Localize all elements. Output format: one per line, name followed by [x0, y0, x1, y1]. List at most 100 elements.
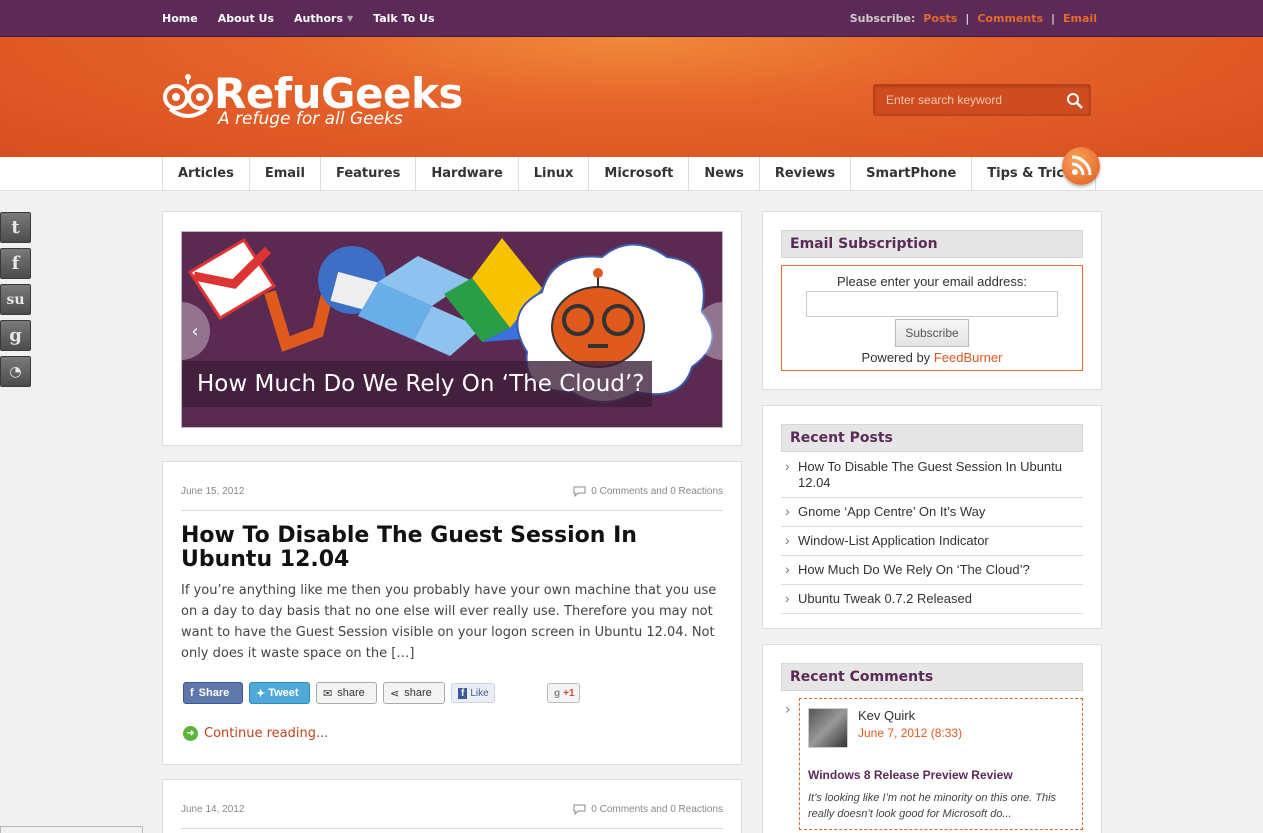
continue-reading-label: Continue reading... — [204, 726, 329, 741]
nav-item-reviews[interactable]: Reviews — [760, 157, 852, 190]
post-title[interactable]: How To Disable The Guest Session In Ubun… — [181, 524, 723, 572]
rss-small-icon[interactable]: ◔ — [0, 356, 31, 387]
post-comments-text: 0 Comments and 0 Reactions — [591, 486, 723, 497]
recent-comments-widget: Recent Comments › Kev Quirk June 7, 2012… — [762, 644, 1102, 833]
generic-share-label: share — [404, 687, 432, 699]
subscribe-email-link[interactable]: Email — [1063, 12, 1097, 25]
post-date: June 15, 2012 — [181, 486, 245, 497]
search-box — [873, 84, 1091, 116]
facebook-icon: f — [458, 687, 468, 699]
nav-item-hardware[interactable]: Hardware — [416, 157, 519, 190]
post-comments-text: 0 Comments and 0 Reactions — [591, 804, 723, 815]
share-buttons: f Share ✦ Tweet ✉ share ⋖ share f Like g +1 — [183, 682, 580, 706]
facebook-share-button[interactable]: f Share — [183, 682, 243, 704]
widget-title: Email Subscription — [781, 230, 1083, 258]
nav-item-articles[interactable]: Articles — [163, 157, 250, 190]
post-excerpt: If you’re anything like me then you prob… — [181, 583, 717, 661]
top-bar: Home About Us Authors ▼ Talk To Us Subscr… — [0, 0, 1263, 37]
nav-item-features[interactable]: Features — [321, 157, 417, 190]
recent-posts-widget: Recent Posts How To Disable The Guest Se… — [762, 405, 1102, 629]
twitter-bird-icon: ✦ — [256, 687, 266, 700]
nav-item-news[interactable]: News — [689, 157, 760, 190]
subscribe-label: Subscribe: — [849, 12, 916, 25]
subscribe-comments-link[interactable]: Comments — [977, 12, 1043, 25]
like-label: Like — [470, 687, 489, 699]
tweet-button[interactable]: ✦ Tweet — [249, 682, 310, 704]
post-card: June 14, 2012 0 Comments and 0 Reactions — [162, 779, 742, 833]
generic-share-button[interactable]: ⋖ share — [383, 682, 445, 704]
arrow-right-icon: ➜ — [183, 726, 198, 741]
comment-author[interactable]: Kev Quirk — [858, 708, 915, 723]
comment-excerpt: It’s looking like I’m not he minority on… — [808, 792, 1057, 820]
email-share-button[interactable]: ✉ share — [316, 682, 377, 704]
tagline: A refuge for all Geeks — [218, 109, 403, 129]
chevron-down-icon: ▼ — [347, 14, 354, 23]
divider — [181, 828, 723, 829]
facebook-like-button[interactable]: f Like — [451, 683, 495, 703]
email-share-label: share — [337, 687, 365, 699]
list-item[interactable]: Window-List Application Indicator — [781, 527, 1083, 556]
stumbleupon-icon[interactable]: su — [0, 284, 31, 315]
google-icon[interactable]: g — [0, 320, 31, 351]
subscribe-button[interactable]: Subscribe — [895, 319, 969, 347]
facebook-icon: f — [190, 687, 194, 699]
top-nav-authors[interactable]: Authors ▼ — [294, 12, 353, 25]
site-header: RefuGeeks A refuge for all Geeks — [0, 37, 1263, 157]
chevron-right-icon: › — [785, 702, 791, 718]
subscribe-links: Subscribe: Posts | Comments | Email — [850, 0, 1097, 37]
comment-post-link[interactable]: Windows 8 Release Preview Review — [808, 768, 1013, 782]
nav-item-email[interactable]: Email — [250, 157, 321, 190]
email-field[interactable] — [806, 291, 1058, 317]
envelope-icon: ✉ — [323, 687, 333, 700]
share-icon: ⋖ — [390, 687, 400, 700]
top-nav: Home About Us Authors ▼ Talk To Us — [162, 0, 455, 37]
search-icon[interactable] — [1066, 92, 1084, 110]
slide-image[interactable]: ‹ › How Much Do We Rely On ‘The Cloud’? — [181, 231, 723, 428]
list-item[interactable]: Ubuntu Tweak 0.7.2 Released — [781, 585, 1083, 614]
subscribe-posts-link[interactable]: Posts — [923, 12, 957, 25]
comment-card: Kev Quirk June 7, 2012 (8:33) Windows 8 … — [799, 698, 1083, 830]
divider: | — [965, 12, 970, 25]
email-subscription-widget: Email Subscription Please enter your ema… — [762, 211, 1102, 390]
top-nav-home[interactable]: Home — [162, 12, 198, 25]
nav-item-linux[interactable]: Linux — [519, 157, 590, 190]
horizontal-scrollbar[interactable] — [0, 826, 143, 833]
widget-title: Recent Comments — [781, 663, 1083, 691]
twitter-icon[interactable]: t — [0, 212, 31, 243]
robot-logo-icon — [163, 74, 213, 118]
comment-date[interactable]: June 7, 2012 (8:33) — [858, 726, 962, 740]
widget-title: Recent Posts — [781, 424, 1083, 452]
post-comments-link[interactable]: 0 Comments and 0 Reactions — [573, 804, 723, 815]
post-comments-link[interactable]: 0 Comments and 0 Reactions — [573, 486, 723, 497]
email-form: Please enter your email address: Subscri… — [781, 265, 1083, 371]
top-nav-about-us[interactable]: About Us — [218, 12, 274, 25]
divider: | — [1051, 12, 1056, 25]
facebook-share-label: Share — [198, 687, 230, 699]
post-meta: June 14, 2012 0 Comments and 0 Reactions — [181, 804, 723, 818]
nav-item-microsoft[interactable]: Microsoft — [589, 157, 690, 190]
comment-icon — [573, 486, 586, 497]
continue-reading-link[interactable]: ➜ Continue reading... — [183, 726, 328, 741]
search-input[interactable] — [874, 85, 1059, 115]
slide-caption[interactable]: How Much Do We Rely On ‘The Cloud’? — [182, 361, 652, 407]
list-item[interactable]: How To Disable The Guest Session In Ubun… — [781, 453, 1083, 498]
top-nav-authors-label: Authors — [294, 12, 343, 25]
powered-by-label: Powered by — [861, 350, 931, 365]
google-icon: g — [554, 687, 561, 699]
list-item[interactable]: How Much Do We Rely On ‘The Cloud’? — [781, 556, 1083, 585]
feedburner-link[interactable]: FeedBurner — [934, 350, 1003, 365]
facebook-icon[interactable]: f — [0, 248, 31, 279]
social-sidebar: t f su g ◔ — [0, 212, 32, 392]
list-item[interactable]: Gnome ‘App Centre’ On It’s Way — [781, 498, 1083, 527]
rss-icon[interactable] — [1062, 147, 1100, 185]
nav-item-smartphone[interactable]: SmartPhone — [851, 157, 973, 190]
top-nav-talk-to-us[interactable]: Talk To Us — [373, 12, 434, 25]
site-logo[interactable]: RefuGeeks A refuge for all Geeks — [162, 67, 482, 129]
plus-one-label: +1 — [563, 687, 575, 699]
comment-icon — [573, 804, 586, 815]
tweet-label: Tweet — [268, 687, 299, 699]
powered-by: Powered by FeedBurner — [782, 350, 1082, 365]
avatar[interactable] — [808, 708, 848, 748]
post-meta: June 15, 2012 0 Comments and 0 Reactions — [181, 486, 723, 500]
google-plus-one-button[interactable]: g +1 — [547, 683, 580, 703]
